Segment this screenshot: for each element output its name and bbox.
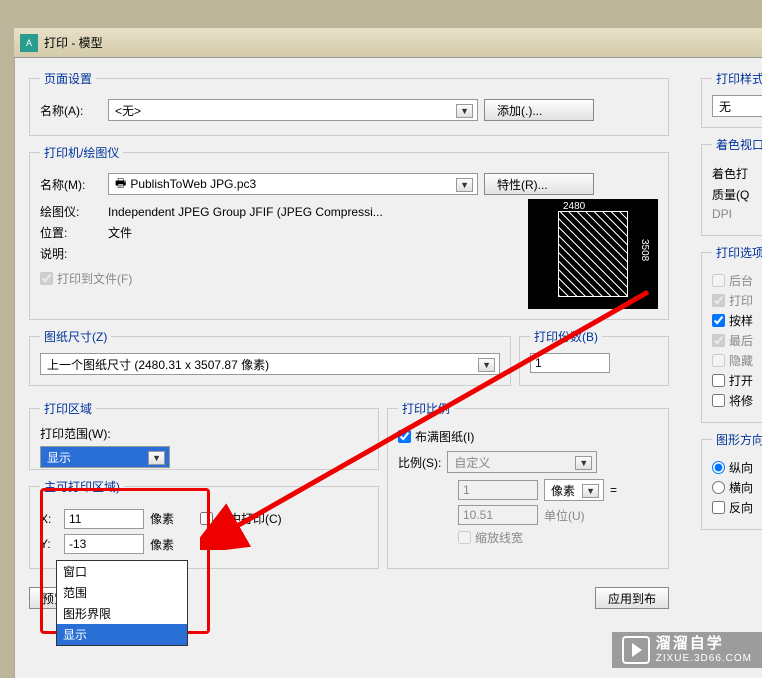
shade-group: 着色视口 着色打 质量(Q DPI xyxy=(701,136,762,236)
printer-name-combo[interactable]: 🖶 PublishToWeb JPG.pc3 xyxy=(108,173,478,195)
offset-group: 主可打印区域) X: 像素 居中打印(C) Y: xyxy=(29,478,379,569)
offset-y-unit: 像素 xyxy=(150,536,174,553)
scale-eq: = xyxy=(610,483,617,497)
plot-options-group: 打印选项 后台 打印 按样 最后 隐藏 打开 将修 xyxy=(701,244,762,423)
location-value: 文件 xyxy=(108,224,132,241)
fit-paper-label: 布满图纸(I) xyxy=(415,428,474,445)
dpi-label: DPI xyxy=(712,207,732,221)
scale-lw-checkbox xyxy=(458,531,471,544)
opt-save-checkbox[interactable] xyxy=(712,394,725,407)
plotter-value: Independent JPEG Group JFIF (JPEG Compre… xyxy=(108,205,383,219)
print-to-file-label: 打印到文件(F) xyxy=(57,270,132,287)
watermark-en: ZIXUE.3D66.COM xyxy=(656,653,752,664)
plot-options-legend: 打印选项 xyxy=(712,244,762,261)
app-icon: A xyxy=(20,34,38,52)
window-title: 打印 - 模型 xyxy=(44,34,103,51)
scale-ratio-combo: 自定义 xyxy=(447,451,597,473)
printer-group: 打印机/绘图仪 名称(M): 🖶 PublishToWeb JPG.pc3 特性… xyxy=(29,144,669,320)
page-setup-legend: 页面设置 xyxy=(40,70,96,87)
watermark: 溜溜自学 ZIXUE.3D66.COM xyxy=(612,632,762,668)
center-print-label: 居中打印(C) xyxy=(217,510,282,527)
page-name-combo[interactable]: <无> xyxy=(108,99,478,121)
scale-unit2-label: 单位(U) xyxy=(544,507,585,524)
orient-portrait-radio[interactable] xyxy=(712,461,725,474)
offset-x-unit: 像素 xyxy=(150,510,174,527)
range-opt-display[interactable]: 显示 xyxy=(57,624,187,645)
paper-size-group: 图纸尺寸(Z) 上一个图纸尺寸 (2480.31 x 3507.87 像素) xyxy=(29,328,511,386)
range-opt-limits[interactable]: 图形界限 xyxy=(57,603,187,624)
plot-style-legend: 打印样式 xyxy=(712,70,762,87)
shade-legend: 着色视口 xyxy=(712,136,762,153)
center-print-checkbox[interactable] xyxy=(200,512,213,525)
orientation-group: 图形方向 纵向 横向 反向 xyxy=(701,431,762,530)
offset-x-label: X: xyxy=(40,512,58,526)
printer-legend: 打印机/绘图仪 xyxy=(40,144,123,161)
offset-y-input[interactable] xyxy=(64,534,144,554)
printer-name-label: 名称(M): xyxy=(40,176,102,193)
scale-lw-label: 缩放线宽 xyxy=(475,529,523,546)
apply-button[interactable]: 应用到布 xyxy=(595,587,669,609)
quality-label: 质量(Q xyxy=(712,186,749,203)
watermark-play-icon xyxy=(622,636,650,664)
offset-x-input[interactable] xyxy=(64,509,144,529)
plot-style-combo[interactable]: 无 xyxy=(712,95,762,117)
scale-group: 打印比例 布满图纸(I) 比例(S): 自定义 像素 = xyxy=(387,400,669,569)
preview-height: 3508 xyxy=(639,239,650,261)
copies-group: 打印份数(B) xyxy=(519,328,669,386)
print-range-dropdown[interactable]: 窗口 范围 图形界限 显示 xyxy=(56,560,188,646)
opt-print-checkbox xyxy=(712,294,725,307)
add-button[interactable]: 添加(.)... xyxy=(484,99,594,121)
print-area-group: 打印区域 打印范围(W): 显示 xyxy=(29,400,379,470)
print-range-combo[interactable]: 显示 xyxy=(40,446,170,468)
offset-legend: 主可打印区域) xyxy=(40,478,124,495)
offset-y-label: Y: xyxy=(40,537,58,551)
watermark-cn: 溜溜自学 xyxy=(656,636,752,653)
page-name-label: 名称(A): xyxy=(40,102,102,119)
opt-bystyle-checkbox[interactable] xyxy=(712,314,725,327)
location-label: 位置: xyxy=(40,224,102,241)
orient-landscape-radio[interactable] xyxy=(712,481,725,494)
orientation-legend: 图形方向 xyxy=(712,431,762,448)
scale-num1-input xyxy=(458,480,538,500)
plot-style-group: 打印样式 无 xyxy=(701,70,762,128)
opt-hide-checkbox xyxy=(712,354,725,367)
fit-paper-checkbox[interactable] xyxy=(398,430,411,443)
print-area-legend: 打印区域 xyxy=(40,400,96,417)
print-to-file-checkbox xyxy=(40,272,53,285)
paper-size-legend: 图纸尺寸(Z) xyxy=(40,328,111,345)
opt-open-checkbox[interactable] xyxy=(712,374,725,387)
properties-button[interactable]: 特性(R)... xyxy=(484,173,594,195)
range-opt-extents[interactable]: 范围 xyxy=(57,582,187,603)
paper-preview: 2480 3508 xyxy=(528,199,658,309)
copies-legend: 打印份数(B) xyxy=(530,328,602,345)
orient-reverse-checkbox[interactable] xyxy=(712,501,725,514)
opt-bg-checkbox xyxy=(712,274,725,287)
opt-last-checkbox xyxy=(712,334,725,347)
desc-label: 说明: xyxy=(40,245,102,262)
scale-unit1-combo[interactable]: 像素 xyxy=(544,479,604,501)
print-range-label: 打印范围(W): xyxy=(40,425,368,442)
page-setup-group: 页面设置 名称(A): <无> 添加(.)... xyxy=(29,70,669,136)
scale-legend: 打印比例 xyxy=(398,400,454,417)
scale-ratio-label: 比例(S): xyxy=(398,454,441,471)
copies-input[interactable] xyxy=(530,353,610,373)
paper-size-combo[interactable]: 上一个图纸尺寸 (2480.31 x 3507.87 像素) xyxy=(40,353,500,375)
plotter-label: 绘图仪: xyxy=(40,203,102,220)
shade-label: 着色打 xyxy=(712,165,748,182)
range-opt-window[interactable]: 窗口 xyxy=(57,561,187,582)
printer-icon: 🖶 xyxy=(115,174,126,195)
scale-num2-input xyxy=(458,505,538,525)
